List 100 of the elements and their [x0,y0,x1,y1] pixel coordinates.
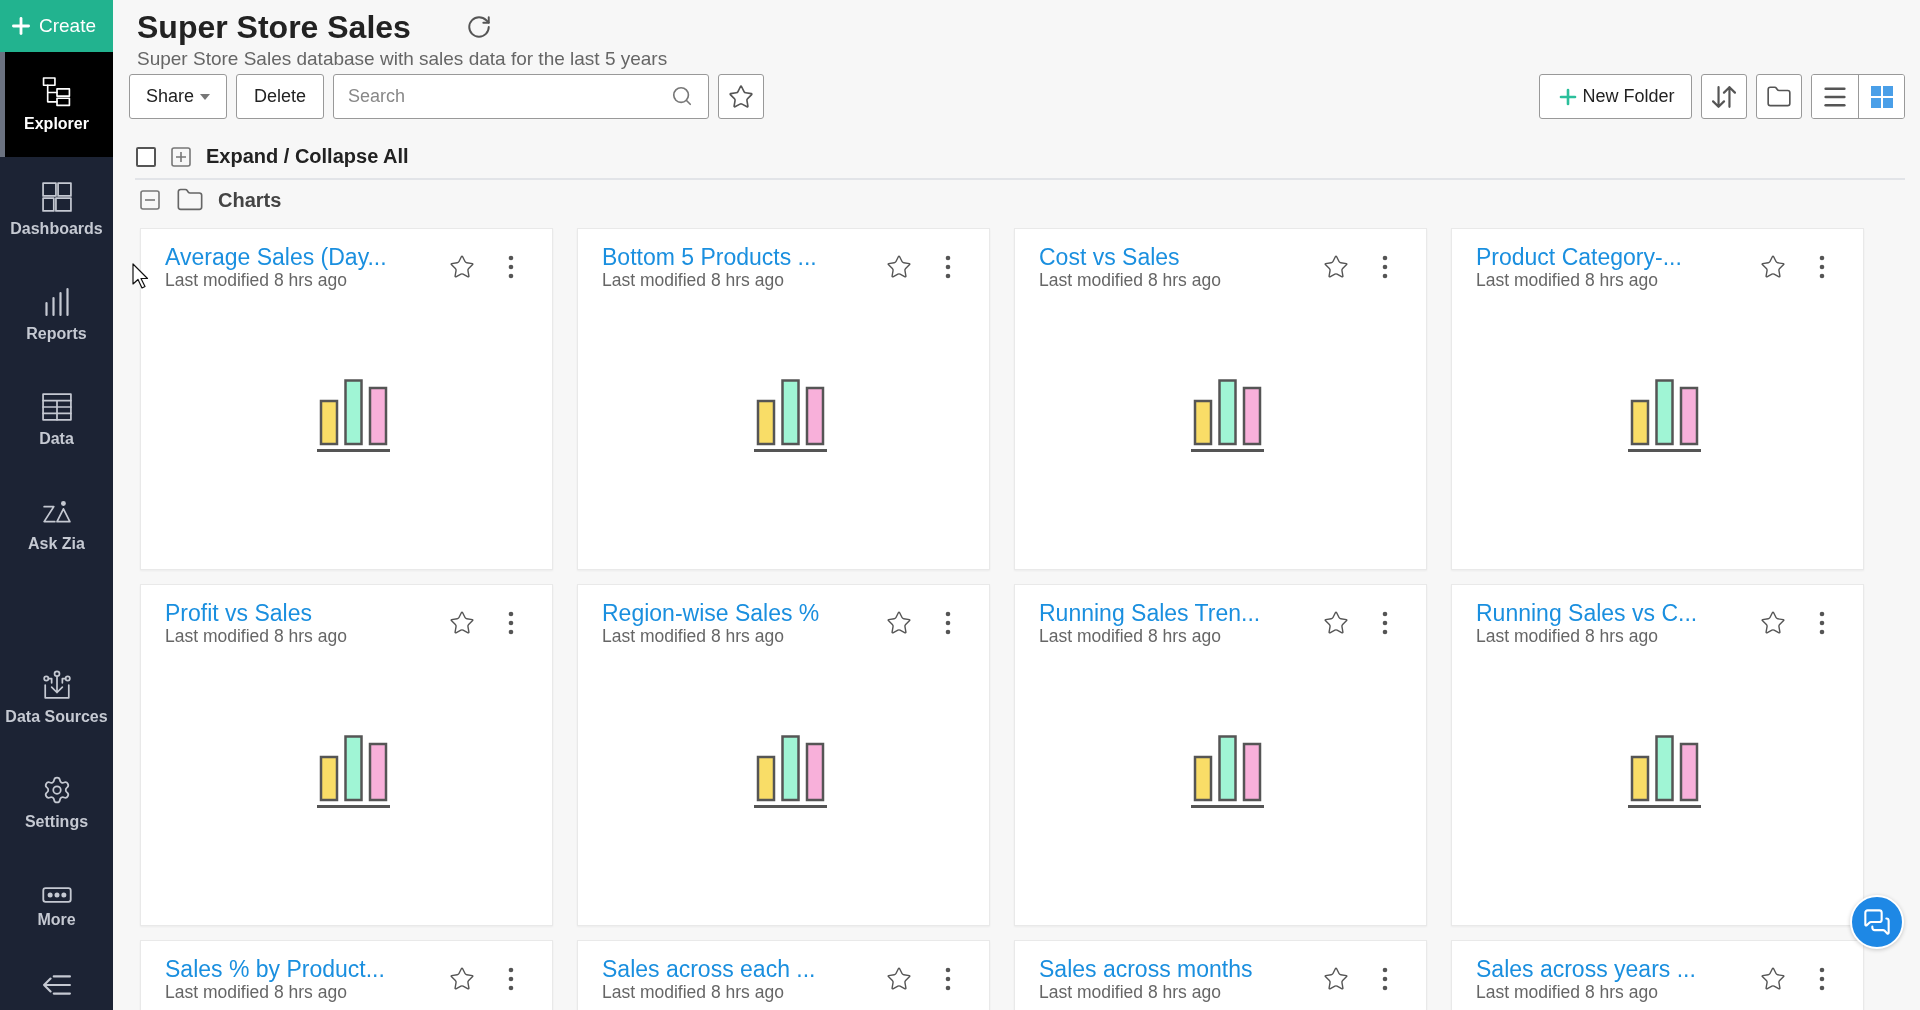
chart-title-link[interactable]: Bottom 5 Products ... [602,244,817,270]
star-icon[interactable] [449,610,475,636]
refresh-button[interactable] [465,14,492,40]
chart-title-link[interactable]: Profit vs Sales [165,600,312,626]
sidebar-item[interactable]: Data Sources [0,645,113,750]
sidebar-item[interactable]: Reports [0,262,113,367]
sidebar-item[interactable]: Data [0,367,113,472]
chart-title-link[interactable]: Cost vs Sales [1039,244,1180,270]
last-modified-text: Last modified 8 hrs ago [165,626,347,647]
sort-button[interactable] [1701,74,1747,119]
folder-name[interactable]: Charts [218,188,282,212]
bar-chart-icon [316,379,390,452]
chart-card[interactable]: Bottom 5 Products ... Last modified 8 hrs ago [577,228,990,570]
last-modified-text: Last modified 8 hrs ago [1476,626,1658,647]
expand-collapse-label[interactable]: Expand / Collapse All [206,145,409,168]
chart-card[interactable]: Sales % by Product... Last modified 8 hrs ago [140,940,553,1010]
search-icon [671,85,693,107]
minus-box-icon[interactable] [140,190,160,210]
star-icon[interactable] [449,966,475,992]
kebab-menu-icon[interactable] [1381,255,1389,279]
last-modified-text: Last modified 8 hrs ago [1039,982,1221,1003]
caret-icon [200,93,210,100]
last-modified-text: Last modified 8 hrs ago [1039,626,1221,647]
chart-card[interactable]: Cost vs Sales Last modified 8 hrs ago [1014,228,1427,570]
page-description: Super Store Sales database with sales data for the last 5 years [137,48,668,69]
kebab-menu-icon[interactable] [1818,255,1826,279]
star-icon[interactable] [886,610,912,636]
table-icon [41,391,72,422]
sidebar-item[interactable]: Explorer [0,52,113,157]
chart-card[interactable]: Running Sales vs C... Last modified 8 hrs ago [1451,584,1864,926]
star-icon[interactable] [1323,254,1349,280]
chart-title-link[interactable]: Sales % by Product... [165,956,385,982]
bar-chart-icon [1190,735,1264,808]
chart-title-link[interactable]: Product Category-... [1476,244,1682,270]
chart-title-link[interactable]: Sales across years ... [1476,956,1696,982]
chart-card[interactable]: Running Sales Tren... Last modified 8 hrs ago [1014,584,1427,926]
last-modified-text: Last modified 8 hrs ago [1476,982,1658,1003]
favorites-button[interactable] [718,74,764,119]
kebab-menu-icon[interactable] [507,967,515,991]
search-field[interactable]: Search [333,74,709,119]
refresh-icon [465,14,492,40]
plus-box-icon[interactable] [171,146,191,167]
mouse-pointer-icon [132,263,149,289]
star-icon [728,83,754,110]
kebab-menu-icon[interactable] [1381,611,1389,635]
last-modified-text: Last modified 8 hrs ago [602,626,784,647]
star-icon[interactable] [1323,610,1349,636]
share-button[interactable]: Share [129,74,227,119]
chart-card[interactable]: Average Sales (Day... Last modified 8 hrs ago [140,228,553,570]
sidebar-item[interactable]: Dashboards [0,157,113,262]
bar-chart-icon [753,379,827,452]
chart-title-link[interactable]: Sales across months [1039,956,1253,982]
grid-icon [1870,85,1893,108]
chat-bubbles-icon [1863,908,1891,936]
star-icon[interactable] [1760,254,1786,280]
bar-chart-icon [753,735,827,808]
kebab-menu-icon[interactable] [944,611,952,635]
kebab-menu-icon[interactable] [1381,967,1389,991]
new-folder-button[interactable]: New Folder [1539,74,1692,119]
kebab-menu-icon[interactable] [944,255,952,279]
star-icon[interactable] [1760,966,1786,992]
sidebar-item[interactable]: Ask Zia [0,472,113,577]
kebab-menu-icon[interactable] [1818,611,1826,635]
chart-card[interactable]: Sales across months Last modified 8 hrs ago [1014,940,1427,1010]
last-modified-text: Last modified 8 hrs ago [602,982,784,1003]
delete-button[interactable]: Delete [236,74,324,119]
kebab-menu-icon[interactable] [944,967,952,991]
kebab-menu-icon[interactable] [507,255,515,279]
kebab-menu-icon[interactable] [507,611,515,635]
chart-card[interactable]: Sales across years ... Last modified 8 hrs ago [1451,940,1864,1010]
tiles-icon [41,181,72,212]
bar-chart-icon [1190,379,1264,452]
page-title: Super Store Sales [137,8,411,46]
ellipsis-box-icon [41,886,72,903]
chart-title-link[interactable]: Running Sales Tren... [1039,600,1261,626]
sidebar-item[interactable]: Settings [0,750,113,855]
last-modified-text: Last modified 8 hrs ago [602,270,784,291]
chart-card[interactable]: Sales across each ... Last modified 8 hrs ago [577,940,990,1010]
star-icon[interactable] [1760,610,1786,636]
sidebar-item[interactable]: More [0,855,113,960]
folder-button[interactable] [1756,74,1802,119]
select-all-checkbox[interactable] [136,146,156,167]
chart-title-link[interactable]: Running Sales vs C... [1476,600,1698,626]
star-icon[interactable] [449,254,475,280]
bar-chart-icon [1627,735,1701,808]
chart-title-link[interactable]: Sales across each ... [602,956,816,982]
chart-card[interactable]: Product Category-... Last modified 8 hrs ago [1451,228,1864,570]
star-icon[interactable] [1323,966,1349,992]
bar-chart-icon [316,735,390,808]
chart-card[interactable]: Region-wise Sales % Last modified 8 hrs ago [577,584,990,926]
chart-title-link[interactable]: Region-wise Sales % [602,600,820,626]
kebab-menu-icon[interactable] [1818,967,1826,991]
bar-chart-icon [1627,379,1701,452]
last-modified-text: Last modified 8 hrs ago [165,982,347,1003]
chart-card[interactable]: Profit vs Sales Last modified 8 hrs ago [140,584,553,926]
last-modified-text: Last modified 8 hrs ago [1476,270,1658,291]
chart-title-link[interactable]: Average Sales (Day... [165,244,387,270]
star-icon[interactable] [886,966,912,992]
star-icon[interactable] [886,254,912,280]
last-modified-text: Last modified 8 hrs ago [1039,270,1221,291]
